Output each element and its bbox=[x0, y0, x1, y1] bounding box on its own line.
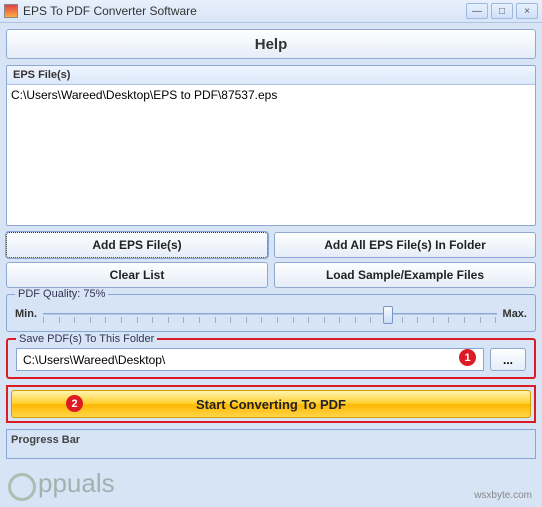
annotation-marker-2: 2 bbox=[66, 395, 83, 412]
clear-list-button[interactable]: Clear List bbox=[6, 262, 268, 288]
app-icon bbox=[4, 4, 18, 18]
quality-max-label: Max. bbox=[503, 308, 527, 320]
maximize-button[interactable]: □ bbox=[491, 3, 513, 19]
file-list-header: EPS File(s) bbox=[7, 66, 535, 85]
add-eps-button[interactable]: Add EPS File(s) bbox=[6, 232, 268, 258]
save-path-input[interactable] bbox=[16, 348, 484, 371]
progress-group: Progress Bar bbox=[6, 429, 536, 459]
help-button[interactable]: Help bbox=[6, 29, 536, 59]
save-folder-label: Save PDF(s) To This Folder bbox=[16, 333, 157, 345]
file-list[interactable]: C:\Users\Wareed\Desktop\EPS to PDF\87537… bbox=[7, 85, 535, 225]
quality-label: PDF Quality: 75% bbox=[15, 288, 108, 300]
credit-text: wsxbyte.com bbox=[474, 490, 532, 501]
window-title: EPS To PDF Converter Software bbox=[23, 4, 466, 18]
titlebar: EPS To PDF Converter Software — □ × bbox=[0, 0, 542, 23]
watermark-icon bbox=[8, 473, 36, 501]
quality-slider[interactable] bbox=[43, 303, 497, 325]
start-converting-button[interactable]: Start Converting To PDF bbox=[11, 390, 531, 418]
quality-group: PDF Quality: 75% Min. Max. bbox=[6, 294, 536, 332]
start-group: Start Converting To PDF 2 bbox=[6, 385, 536, 423]
annotation-marker-1: 1 bbox=[459, 349, 476, 366]
load-sample-button[interactable]: Load Sample/Example Files bbox=[274, 262, 536, 288]
save-folder-group: Save PDF(s) To This Folder ... 1 bbox=[6, 338, 536, 379]
file-list-box: EPS File(s) C:\Users\Wareed\Desktop\EPS … bbox=[6, 65, 536, 226]
list-item[interactable]: C:\Users\Wareed\Desktop\EPS to PDF\87537… bbox=[11, 88, 531, 102]
quality-min-label: Min. bbox=[15, 308, 37, 320]
slider-thumb[interactable] bbox=[383, 306, 393, 324]
watermark: ppuals bbox=[8, 468, 115, 499]
browse-button[interactable]: ... bbox=[490, 348, 526, 371]
minimize-button[interactable]: — bbox=[466, 3, 488, 19]
add-folder-button[interactable]: Add All EPS File(s) In Folder bbox=[274, 232, 536, 258]
progress-label: Progress Bar bbox=[11, 434, 531, 446]
close-button[interactable]: × bbox=[516, 3, 538, 19]
